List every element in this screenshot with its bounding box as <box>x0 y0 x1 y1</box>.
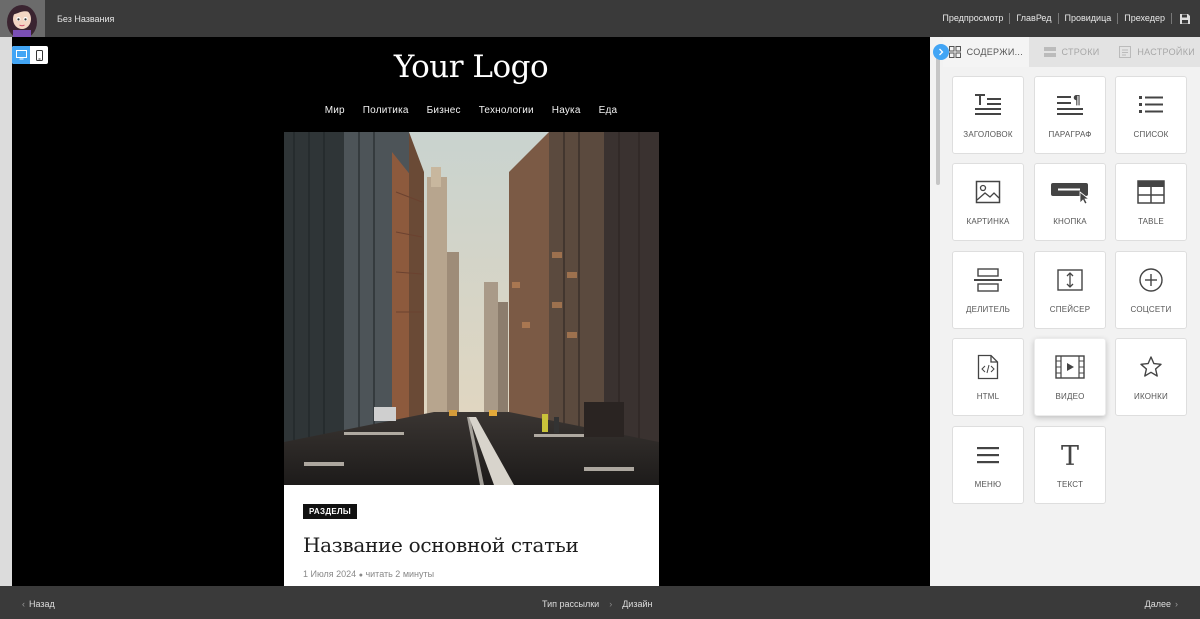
hero-image[interactable] <box>284 132 659 485</box>
heading-icon <box>974 91 1002 119</box>
block-text-label: ТЕКСТ <box>1056 480 1084 489</box>
block-divider[interactable]: ДЕЛИТЕЛЬ <box>952 251 1024 329</box>
block-spacer[interactable]: СПЕЙСЕР <box>1034 251 1106 329</box>
providitsa-link[interactable]: Провидица <box>1059 13 1119 24</box>
block-menu-label: МЕНЮ <box>974 480 1002 489</box>
article-read-time: читать 2 минуты <box>365 569 435 579</box>
breadcrumb: Тип рассылки › Дизайн <box>542 599 652 609</box>
block-html-label: HTML <box>976 392 1000 401</box>
breadcrumb-mailing-type[interactable]: Тип рассылки <box>542 599 599 609</box>
block-paragraph-label: ПАРАГРАФ <box>1048 130 1092 139</box>
tab-content-label: СОДЕРЖИ... <box>966 47 1024 57</box>
social-icon <box>1138 266 1164 294</box>
back-label: Назад <box>29 599 55 609</box>
image-icon <box>975 178 1001 206</box>
rows-tab-icon <box>1043 47 1056 57</box>
block-paragraph[interactable]: ¶ ПАРАГРАФ <box>1034 76 1106 154</box>
block-button[interactable]: КНОПКА <box>1034 163 1106 241</box>
svg-text:T: T <box>1061 442 1079 468</box>
block-list-label: СПИСОК <box>1133 130 1169 139</box>
block-button-label: КНОПКА <box>1053 217 1087 226</box>
html-icon <box>977 353 999 381</box>
nav-item-politics[interactable]: Политика <box>363 105 409 116</box>
block-list[interactable]: СПИСОК <box>1115 76 1187 154</box>
block-video[interactable]: ВИДЕО <box>1034 338 1106 416</box>
article-date: 1 Июля 2024 <box>303 569 357 579</box>
document-title[interactable]: Без Названия <box>57 14 114 24</box>
save-icon[interactable] <box>1178 12 1192 26</box>
nav-item-technology[interactable]: Технологии <box>479 105 534 116</box>
next-label: Далее <box>1144 599 1171 609</box>
chevron-right-icon: › <box>609 599 613 609</box>
preview-link[interactable]: Предпросмотр <box>936 13 1011 24</box>
block-table-label: TABLE <box>1138 217 1164 226</box>
block-image-label: КАРТИНКА <box>966 217 1010 226</box>
block-divider-label: ДЕЛИТЕЛЬ <box>965 305 1011 314</box>
meta-separator: ● <box>358 572 363 579</box>
block-social[interactable]: СОЦСЕТИ <box>1115 251 1187 329</box>
nav-item-world[interactable]: Мир <box>325 105 345 116</box>
article-title[interactable]: Название основной статьи <box>303 533 579 557</box>
settings-tab-icon <box>1119 46 1132 58</box>
chevron-left-icon: ‹ <box>22 599 25 609</box>
block-html[interactable]: HTML <box>952 338 1024 416</box>
block-image[interactable]: КАРТИНКА <box>952 163 1024 241</box>
divider-icon <box>974 266 1002 294</box>
block-icons[interactable]: ИКОНКИ <box>1115 338 1187 416</box>
block-video-label: ВИДЕО <box>1055 392 1085 401</box>
preheader-link[interactable]: Прехедер <box>1118 13 1172 24</box>
content-tab-icon <box>948 46 961 58</box>
tab-settings-label: НАСТРОЙКИ <box>1137 47 1196 57</box>
menu-icon <box>976 441 1000 469</box>
block-heading-label: ЗАГОЛОВОК <box>963 130 1013 139</box>
glavred-link[interactable]: ГлавРед <box>1010 13 1059 24</box>
block-social-label: СОЦСЕТИ <box>1130 305 1172 314</box>
back-button[interactable]: ‹ Назад <box>22 599 55 609</box>
chevron-right-icon: › <box>1175 599 1178 609</box>
block-table[interactable]: TABLE <box>1115 163 1187 241</box>
block-text[interactable]: T ТЕКСТ <box>1034 426 1106 504</box>
button-icon <box>1050 178 1090 206</box>
nav-item-food[interactable]: Еда <box>599 105 618 116</box>
spacer-icon <box>1057 266 1083 294</box>
list-icon <box>1138 91 1164 119</box>
email-logo[interactable]: Your Logo <box>12 49 930 85</box>
top-links: Предпросмотр ГлавРед Провидица Прехедер <box>936 0 1192 37</box>
editor-canvas[interactable]: Your Logo Мир Политика Бизнес Технологии… <box>12 37 930 586</box>
top-bar: Без Названия Предпросмотр ГлавРед Провид… <box>0 0 1200 37</box>
panel-tabs: СОДЕРЖИ... СТРОКИ НАСТРОЙКИ <box>943 37 1200 67</box>
nav-item-business[interactable]: Бизнес <box>427 105 461 116</box>
tab-rows-label: СТРОКИ <box>1061 47 1100 57</box>
block-menu[interactable]: МЕНЮ <box>952 426 1024 504</box>
breadcrumb-design[interactable]: Дизайн <box>622 599 652 609</box>
svg-text:¶: ¶ <box>1073 93 1081 107</box>
tab-rows[interactable]: СТРОКИ <box>1028 37 1115 67</box>
bottom-bar: ‹ Назад Тип рассылки › Дизайн Далее › <box>0 586 1200 619</box>
block-heading[interactable]: ЗАГОЛОВОК <box>952 76 1024 154</box>
star-icon <box>1139 353 1163 381</box>
email-nav-menu: Мир Политика Бизнес Технологии Наука Еда <box>12 105 930 116</box>
next-button[interactable]: Далее › <box>1145 599 1178 609</box>
left-strip <box>0 37 12 586</box>
table-icon <box>1137 178 1165 206</box>
tab-settings[interactable]: НАСТРОЙКИ <box>1114 37 1200 67</box>
panel-scrollbar[interactable] <box>936 45 940 185</box>
section-tag: РАЗДЕЛЫ <box>303 504 358 519</box>
block-icons-label: ИКОНКИ <box>1134 392 1168 401</box>
tab-content[interactable]: СОДЕРЖИ... <box>943 37 1029 67</box>
nav-item-science[interactable]: Наука <box>552 105 581 116</box>
avatar[interactable] <box>0 0 45 37</box>
article-meta: 1 Июля 2024 ● читать 2 минуты <box>303 569 434 579</box>
text-icon: T <box>1058 441 1082 469</box>
block-spacer-label: СПЕЙСЕР <box>1049 305 1091 314</box>
article-card[interactable]: РАЗДЕЛЫ Название основной статьи 1 Июля … <box>284 485 659 586</box>
collapse-panel-icon[interactable] <box>933 44 949 60</box>
video-icon <box>1055 353 1085 381</box>
paragraph-icon: ¶ <box>1056 91 1084 119</box>
